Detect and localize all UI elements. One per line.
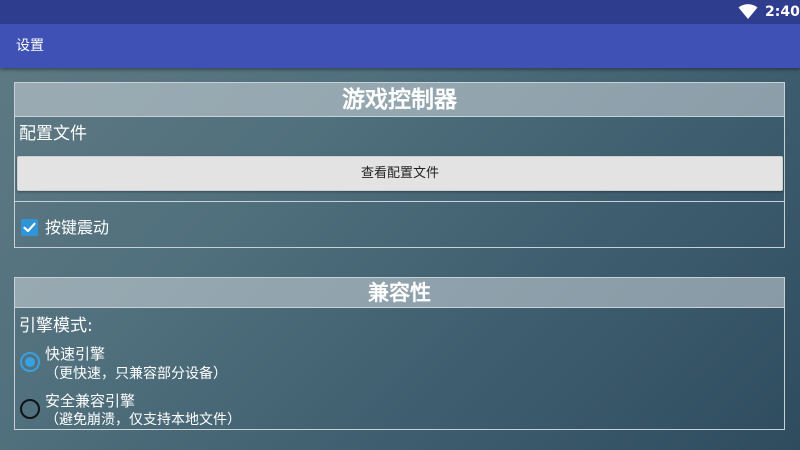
app-bar: 设置 [0,24,800,68]
check-icon [23,222,36,233]
profile-label: 配置文件 [19,124,87,144]
game-controller-header: 游戏控制器 [15,83,784,117]
fast-engine-title[interactable]: 快速引擎 [45,344,105,364]
engine-mode-label: 引擎模式: [19,316,93,336]
status-time: 2:40 [765,4,800,20]
wifi-icon [738,4,758,19]
status-bar: 2:40 [0,0,800,24]
safe-engine-title[interactable]: 安全兼容引擎 [45,391,135,411]
vibration-checkbox[interactable] [21,219,38,236]
fast-engine-radio[interactable] [20,352,40,372]
fast-engine-description: （更快速，只兼容部分设备） [45,366,227,382]
vibration-label[interactable]: 按键震动 [45,217,109,239]
safe-engine-radio[interactable] [20,399,40,419]
view-profile-button[interactable]: 查看配置文件 [17,156,783,191]
safe-engine-description: （避免崩溃，仅支持本地文件） [45,412,241,428]
panel-divider [15,201,784,202]
page-title: 设置 [16,38,44,54]
game-controller-panel: 游戏控制器 配置文件 查看配置文件 按键震动 [14,82,785,248]
compatibility-panel: 兼容性 引擎模式: 快速引擎 （更快速，只兼容部分设备） 安全兼容引擎 （避免崩… [14,277,785,430]
compatibility-header: 兼容性 [15,278,784,308]
